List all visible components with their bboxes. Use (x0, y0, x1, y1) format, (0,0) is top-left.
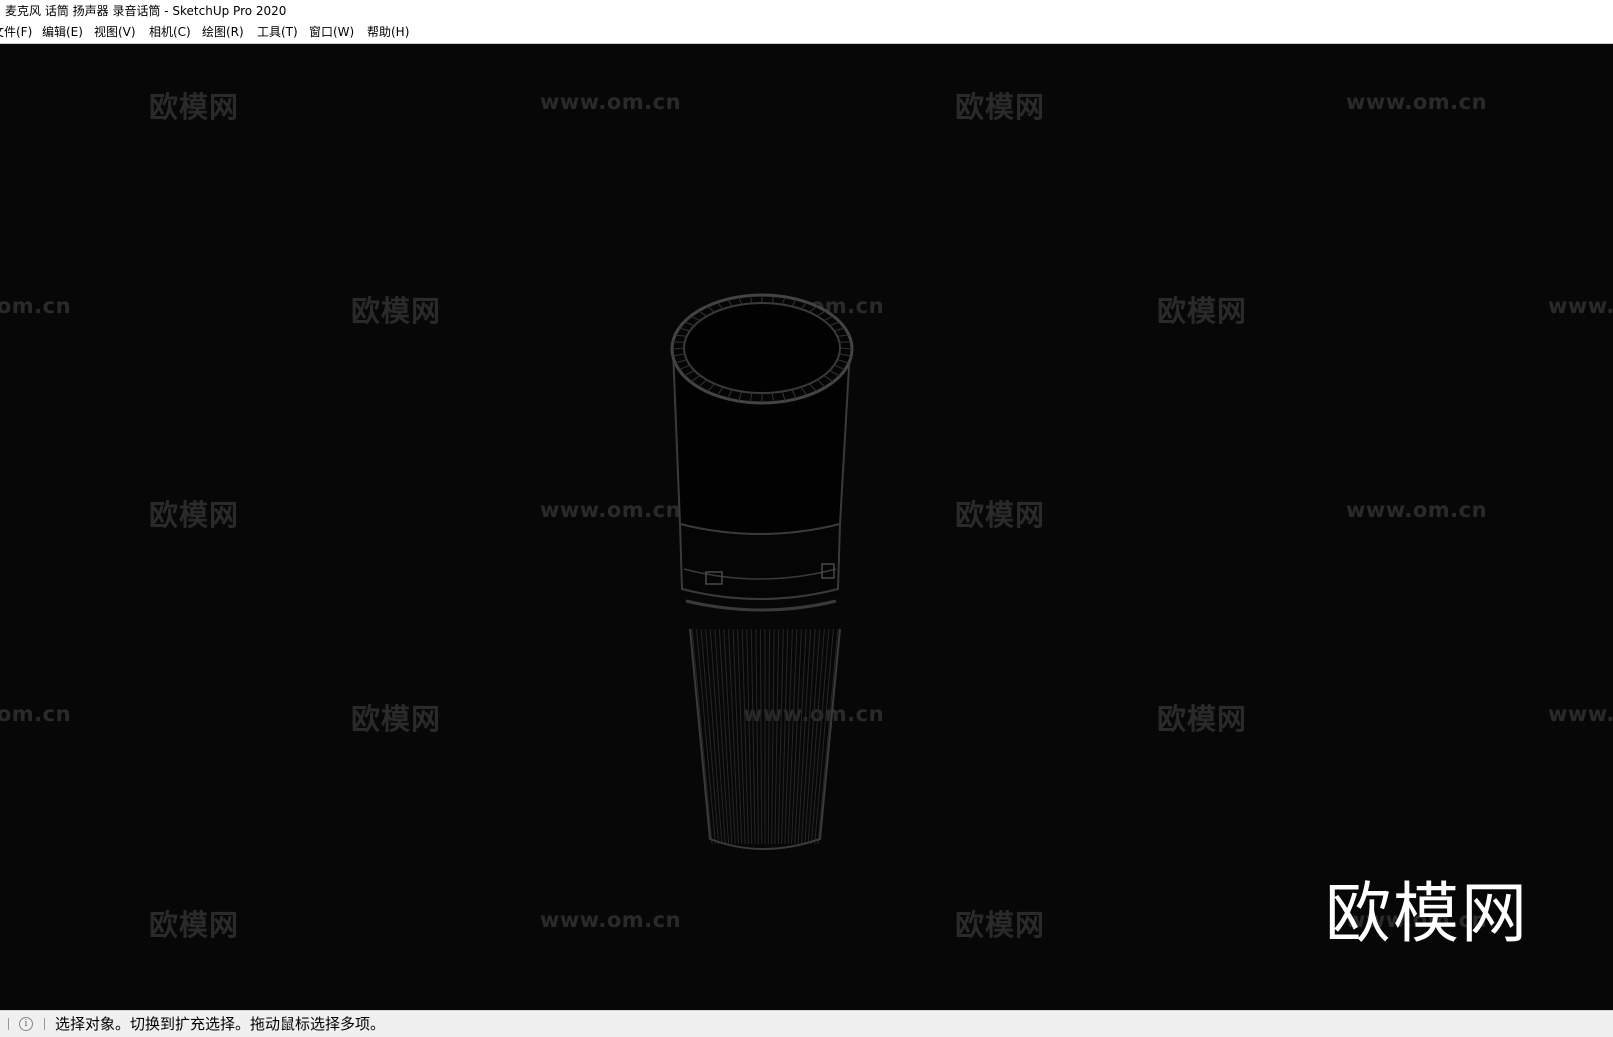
watermark-logo: 欧模网 (1325, 860, 1529, 956)
mic-body-stripe (701, 629, 719, 844)
mic-body-stripe (760, 629, 761, 844)
mic-rim-inner (684, 303, 840, 393)
mic-body-stripe (775, 629, 779, 844)
mic-collar (680, 524, 840, 599)
mic-body-stripe (768, 629, 769, 844)
mic-body-stripe (692, 629, 712, 844)
mic-collar-ring (686, 601, 836, 610)
mic-body-stripe (751, 629, 755, 844)
menu-edit[interactable]: 编辑(E) (42, 22, 83, 43)
mic-body-stripe (756, 629, 759, 844)
status-separator (44, 1018, 45, 1030)
title-bar: 麦克风 话筒 扬声器 录音话筒 - SketchUp Pro 2020 (0, 0, 1613, 22)
mic-body-stripe (811, 629, 829, 844)
info-icon[interactable]: i (19, 1017, 33, 1031)
status-bar: i 选择对象。切换到扩充选择。拖动鼠标选择多项。 (0, 1010, 1613, 1037)
menu-help[interactable]: 帮助(H) (367, 22, 409, 43)
mic-body-stripe (738, 629, 746, 844)
model-viewport[interactable]: 欧模网 www.om.cn 欧模网 www.om.cn www.om.cn 欧模… (0, 44, 1613, 1010)
mic-body-stripe (785, 629, 793, 844)
menu-view[interactable]: 视图(V) (94, 22, 136, 43)
menu-tools[interactable]: 工具(T) (257, 22, 298, 43)
menu-draw[interactable]: 绘图(R) (202, 22, 244, 43)
mic-body-stripe (818, 629, 838, 844)
status-separator (8, 1018, 9, 1030)
menu-bar: 文件(F) 编辑(E) 视图(V) 相机(C) 绘图(R) 工具(T) 窗口(W… (0, 22, 1613, 44)
window-title: 麦克风 话筒 扬声器 录音话筒 - SketchUp Pro 2020 (5, 0, 286, 22)
mic-body-stripes (692, 629, 838, 844)
menu-camera[interactable]: 相机(C) (149, 22, 191, 43)
mic-body-stripe (772, 629, 775, 844)
status-text: 选择对象。切换到扩充选择。拖动鼠标选择多项。 (55, 1011, 385, 1037)
menu-window[interactable]: 窗口(W) (309, 22, 354, 43)
menu-file[interactable]: 文件(F) (0, 22, 32, 43)
